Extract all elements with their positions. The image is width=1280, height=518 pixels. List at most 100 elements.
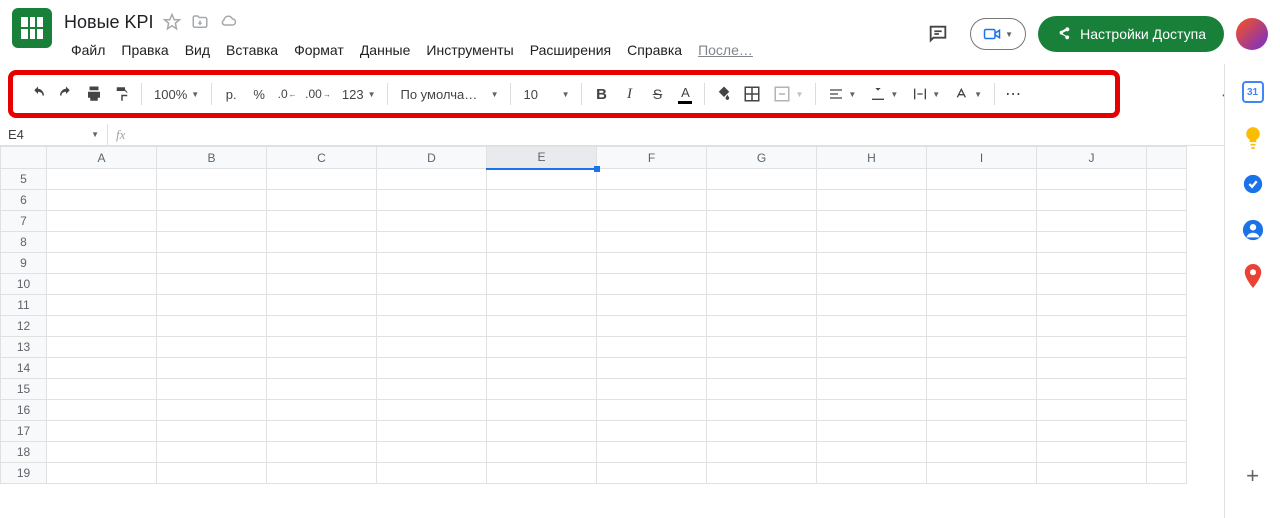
cell[interactable] — [817, 400, 927, 421]
cell[interactable] — [817, 295, 927, 316]
cell[interactable] — [1037, 442, 1147, 463]
cell[interactable] — [487, 232, 597, 253]
cell[interactable] — [157, 232, 267, 253]
cell[interactable] — [597, 463, 707, 484]
cell[interactable] — [157, 169, 267, 190]
spreadsheet-grid[interactable]: ABCDEFGHIJ5678910111213141516171819 — [0, 146, 1266, 514]
row-header[interactable]: 11 — [1, 295, 47, 316]
cell[interactable] — [47, 253, 157, 274]
menu-tools[interactable]: Инструменты — [419, 38, 520, 62]
row-header[interactable]: 9 — [1, 253, 47, 274]
row-header[interactable]: 15 — [1, 379, 47, 400]
row-header[interactable]: 10 — [1, 274, 47, 295]
cell[interactable] — [267, 211, 377, 232]
column-header[interactable]: C — [267, 147, 377, 169]
cell[interactable] — [157, 463, 267, 484]
cell[interactable] — [1037, 337, 1147, 358]
cell[interactable] — [157, 190, 267, 211]
cell[interactable] — [597, 211, 707, 232]
fill-color-button[interactable] — [711, 80, 737, 108]
cell[interactable] — [157, 211, 267, 232]
decrease-decimal-button[interactable]: .0← — [274, 80, 300, 108]
cell[interactable] — [597, 337, 707, 358]
cell[interactable] — [927, 463, 1037, 484]
cell[interactable] — [47, 316, 157, 337]
number-format-combo[interactable]: 123▼ — [336, 80, 382, 108]
cell[interactable] — [597, 232, 707, 253]
cell[interactable] — [377, 253, 487, 274]
strikethrough-button[interactable]: S — [644, 80, 670, 108]
cell[interactable] — [1037, 190, 1147, 211]
cell[interactable] — [487, 442, 597, 463]
italic-button[interactable]: I — [616, 80, 642, 108]
cell[interactable] — [267, 316, 377, 337]
cell[interactable] — [597, 169, 707, 190]
cell[interactable] — [47, 337, 157, 358]
cell[interactable] — [377, 295, 487, 316]
column-header[interactable]: D — [377, 147, 487, 169]
menu-format[interactable]: Формат — [287, 38, 351, 62]
cell[interactable] — [377, 169, 487, 190]
cell[interactable] — [1037, 169, 1147, 190]
text-wrap-button[interactable]: ▼ — [906, 80, 946, 108]
undo-button[interactable] — [25, 80, 51, 108]
cell[interactable] — [267, 379, 377, 400]
redo-button[interactable] — [53, 80, 79, 108]
row-header[interactable]: 8 — [1, 232, 47, 253]
cell[interactable] — [707, 379, 817, 400]
text-rotation-button[interactable]: ▼ — [948, 80, 988, 108]
cell[interactable] — [487, 169, 597, 190]
cell[interactable] — [707, 274, 817, 295]
cell[interactable] — [707, 232, 817, 253]
cell[interactable] — [267, 358, 377, 379]
cell[interactable] — [487, 190, 597, 211]
cell[interactable] — [1037, 463, 1147, 484]
comments-button[interactable] — [918, 14, 958, 54]
cell[interactable] — [927, 358, 1037, 379]
maps-icon[interactable] — [1241, 264, 1265, 288]
cell[interactable] — [377, 232, 487, 253]
bold-button[interactable]: B — [588, 80, 614, 108]
cell[interactable] — [487, 400, 597, 421]
row-header[interactable]: 13 — [1, 337, 47, 358]
cell[interactable] — [927, 190, 1037, 211]
menu-file[interactable]: Файл — [64, 38, 112, 62]
horizontal-align-button[interactable]: ▼ — [822, 80, 862, 108]
move-folder-icon[interactable] — [190, 12, 210, 32]
menu-edit[interactable]: Правка — [114, 38, 175, 62]
row-header[interactable]: 19 — [1, 463, 47, 484]
cell[interactable] — [1037, 358, 1147, 379]
meet-button[interactable]: ▼ — [970, 18, 1026, 50]
cell[interactable] — [707, 358, 817, 379]
cell[interactable] — [927, 274, 1037, 295]
cell[interactable] — [817, 442, 927, 463]
cell[interactable] — [597, 379, 707, 400]
cell[interactable] — [597, 295, 707, 316]
cell[interactable] — [157, 316, 267, 337]
cell[interactable] — [487, 358, 597, 379]
column-header[interactable]: B — [157, 147, 267, 169]
row-header[interactable]: 6 — [1, 190, 47, 211]
cell[interactable] — [707, 337, 817, 358]
star-icon[interactable] — [162, 12, 182, 32]
calendar-icon[interactable]: 31 — [1241, 80, 1265, 104]
row-header[interactable]: 7 — [1, 211, 47, 232]
percent-button[interactable]: % — [246, 80, 272, 108]
cell[interactable] — [487, 274, 597, 295]
cell[interactable] — [47, 442, 157, 463]
cell[interactable] — [817, 253, 927, 274]
cell[interactable] — [47, 421, 157, 442]
menu-view[interactable]: Вид — [178, 38, 217, 62]
cell[interactable] — [817, 211, 927, 232]
cell[interactable] — [927, 379, 1037, 400]
cell[interactable] — [487, 337, 597, 358]
cell[interactable] — [157, 400, 267, 421]
cell[interactable] — [1037, 232, 1147, 253]
menu-insert[interactable]: Вставка — [219, 38, 285, 62]
cell[interactable] — [597, 274, 707, 295]
cell[interactable] — [817, 379, 927, 400]
cloud-status-icon[interactable] — [218, 12, 238, 32]
cell[interactable] — [1037, 400, 1147, 421]
cell[interactable] — [487, 463, 597, 484]
row-header[interactable]: 5 — [1, 169, 47, 190]
